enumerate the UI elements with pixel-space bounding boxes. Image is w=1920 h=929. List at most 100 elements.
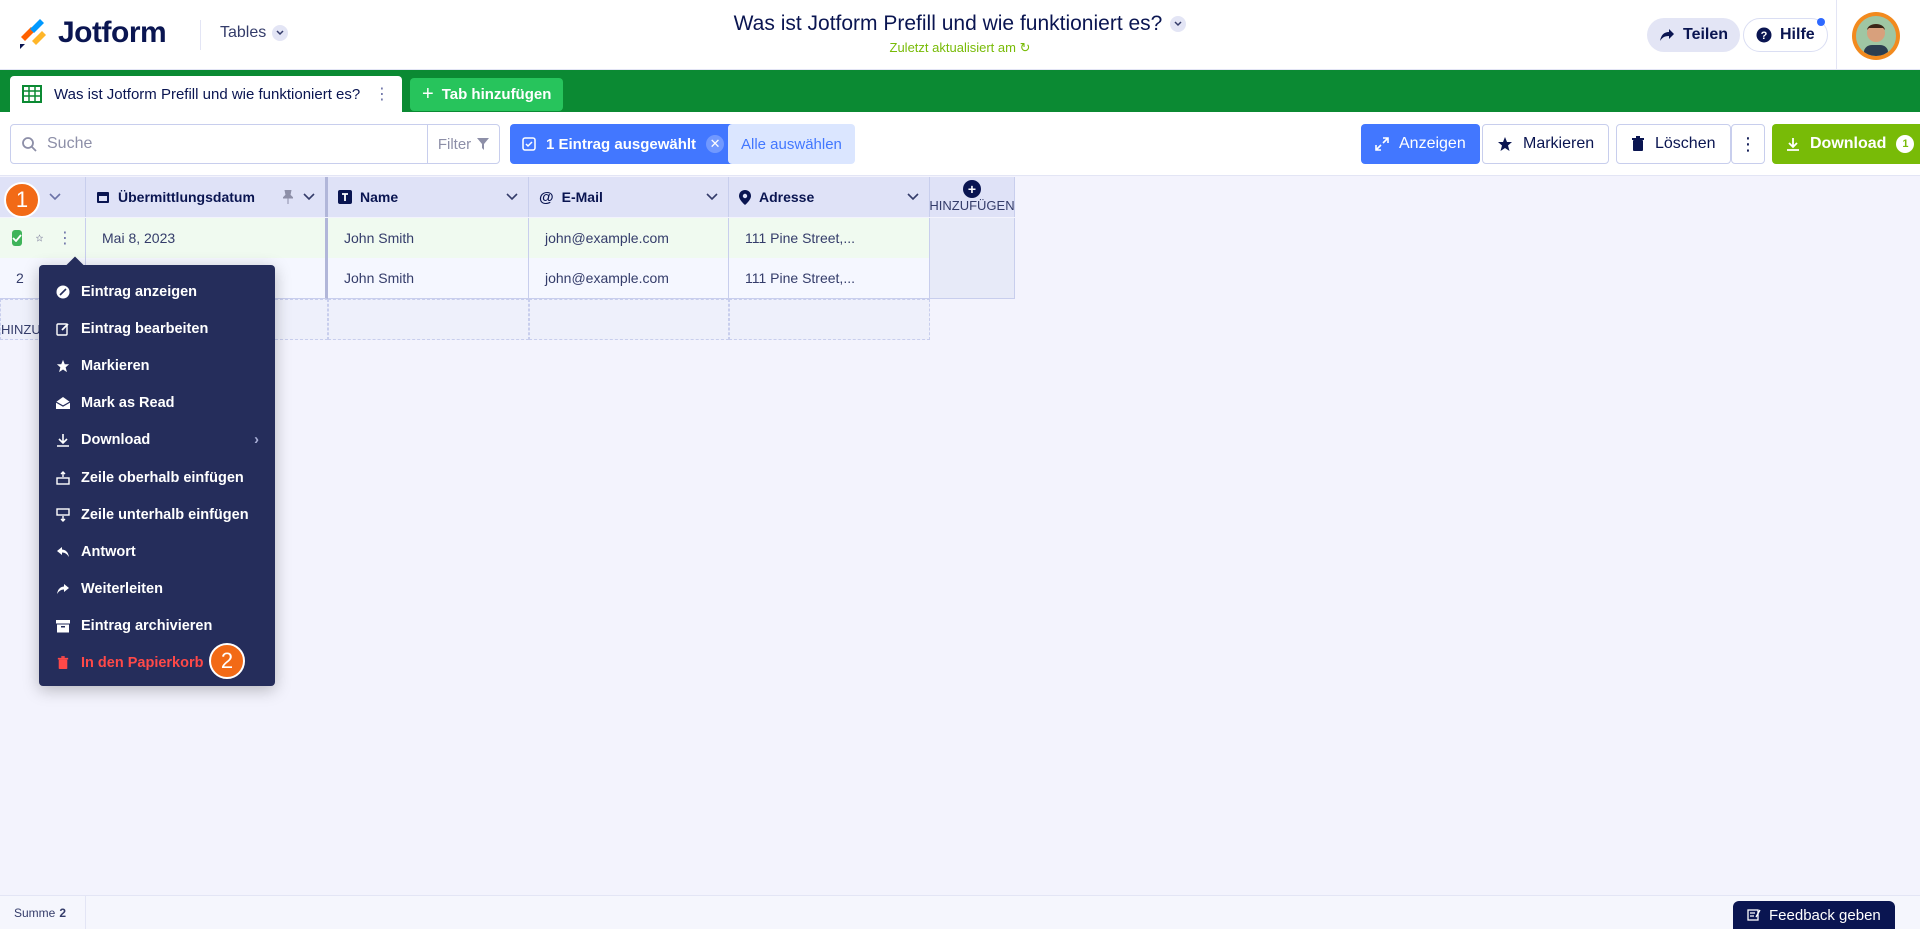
download-button[interactable]: Download 1	[1772, 124, 1920, 164]
chevron-down-icon[interactable]	[303, 193, 315, 201]
download-count-badge: 1	[1896, 135, 1915, 153]
chevron-down-icon[interactable]	[907, 193, 919, 201]
tab-label: Was ist Jotform Prefill und wie funktion…	[54, 85, 361, 103]
top-header: Jotform Tables Was ist Jotform Prefill u…	[0, 0, 1920, 70]
sheet-tab-bar: Was ist Jotform Prefill und wie funktion…	[0, 70, 1920, 112]
menu-item-label: Weiterleiten	[81, 581, 163, 598]
trash-icon	[55, 656, 71, 670]
column-header-email[interactable]: @ E-Mail	[529, 177, 729, 217]
trash-icon	[1632, 136, 1644, 151]
page-title-text: Was ist Jotform Prefill und wie funktion…	[733, 12, 1163, 35]
avatar-photo	[1856, 16, 1896, 56]
view-entry-button[interactable]: Anzeigen	[1361, 124, 1480, 164]
header-divider-right	[1836, 0, 1837, 70]
share-button[interactable]: Teilen	[1647, 18, 1741, 52]
menu-item-mark[interactable]: Markieren	[39, 347, 275, 384]
table-grid-icon	[22, 85, 42, 103]
refresh-icon: ↻	[1019, 40, 1031, 55]
checkbox-icon	[522, 137, 536, 151]
clear-selection-icon[interactable]: ✕	[706, 135, 725, 153]
menu-item-insert-below[interactable]: Zeile unterhalb einfügen	[39, 496, 275, 533]
menu-item-reply[interactable]: Antwort	[39, 533, 275, 570]
insert-above-icon	[55, 470, 71, 485]
search-box: Filter	[10, 124, 500, 164]
download-icon	[55, 433, 71, 448]
edit-icon	[55, 322, 71, 336]
more-actions-button[interactable]: ⋮	[1731, 124, 1765, 164]
cell-address[interactable]: 111 Pine Street,...	[729, 218, 930, 259]
cell-date[interactable]: Mai 8, 2023	[86, 218, 328, 259]
search-input[interactable]	[47, 135, 427, 153]
share-label: Teilen	[1683, 26, 1729, 43]
step-marker-1: 1	[4, 182, 40, 218]
filter-button[interactable]: Filter	[427, 125, 499, 163]
row-controls: ⋮	[0, 218, 86, 259]
tab-active-sheet[interactable]: Was ist Jotform Prefill und wie funktion…	[10, 76, 402, 112]
row-context-menu: Eintrag anzeigen Eintrag bearbeiten Mark…	[39, 256, 275, 686]
menu-item-label: Markieren	[81, 357, 150, 374]
notification-dot	[1816, 18, 1825, 26]
more-vertical-icon: ⋮	[1739, 133, 1757, 154]
page-title[interactable]: Was ist Jotform Prefill und wie funktion…	[734, 12, 1187, 36]
mark-button[interactable]: Markieren	[1482, 124, 1610, 164]
star-icon	[1498, 137, 1512, 151]
chevron-down-icon[interactable]	[506, 193, 518, 201]
menu-item-archive[interactable]: Eintrag archivieren	[39, 608, 275, 645]
cell-address[interactable]: 111 Pine Street,...	[729, 258, 930, 299]
pin-icon[interactable]	[283, 190, 293, 204]
forward-icon	[55, 582, 71, 596]
menu-item-forward[interactable]: Weiterleiten	[39, 571, 275, 608]
column-header-address[interactable]: Adresse	[729, 177, 930, 217]
envelope-open-icon	[55, 396, 71, 410]
column-label: Adresse	[759, 189, 815, 205]
delete-label: Löschen	[1655, 135, 1716, 152]
cell-name[interactable]: John Smith	[328, 258, 529, 299]
column-label: Name	[360, 189, 399, 205]
star-outline-icon[interactable]	[36, 230, 43, 246]
empty-cell	[729, 299, 930, 340]
menu-item-mark-read[interactable]: Mark as Read	[39, 385, 275, 422]
expand-icon	[1375, 137, 1389, 151]
calendar-icon	[97, 192, 109, 203]
column-header-name[interactable]: Name	[328, 177, 529, 217]
insert-below-icon	[55, 508, 71, 522]
select-all-button[interactable]: Alle auswählen	[728, 124, 855, 164]
chevron-down-icon[interactable]	[706, 193, 718, 201]
add-column-button[interactable]: + HINZUFÜGEN	[929, 177, 1015, 217]
user-avatar[interactable]	[1852, 12, 1900, 60]
mark-label: Markieren	[1523, 135, 1595, 152]
tab-more-icon[interactable]: ⋮	[374, 84, 390, 104]
cell-email[interactable]: john@example.com	[529, 218, 729, 259]
eye-icon	[55, 285, 71, 299]
menu-item-edit-entry[interactable]: Eintrag bearbeiten	[39, 310, 275, 347]
menu-item-view-entry[interactable]: Eintrag anzeigen	[39, 273, 275, 310]
menu-item-insert-above[interactable]: Zeile oberhalb einfügen	[39, 459, 275, 496]
at-icon: @	[539, 188, 554, 206]
cell-empty	[930, 258, 1015, 299]
view-entry-label: Anzeigen	[1399, 135, 1466, 152]
delete-button[interactable]: Löschen	[1616, 124, 1731, 164]
selection-label: 1 Eintrag ausgewählt	[546, 135, 697, 153]
feedback-button[interactable]: Feedback geben	[1733, 901, 1895, 929]
help-button[interactable]: ? Hilfe	[1743, 18, 1828, 52]
last-updated-text: Zuletzt aktualisiert am	[889, 40, 1016, 55]
add-tab-button[interactable]: + Tab hinzufügen	[410, 78, 564, 111]
svg-text:?: ?	[1761, 30, 1768, 42]
column-header-date[interactable]: Übermittlungsdatum	[86, 177, 328, 217]
column-label: Übermittlungsdatum	[118, 189, 255, 205]
menu-item-download[interactable]: Download ›	[39, 422, 275, 459]
cell-empty	[930, 218, 1015, 259]
selection-chip[interactable]: 1 Eintrag ausgewählt ✕	[510, 124, 737, 164]
reply-icon	[55, 545, 71, 559]
cell-email[interactable]: john@example.com	[529, 258, 729, 299]
row-menu-icon[interactable]: ⋮	[57, 228, 73, 248]
menu-item-label: Eintrag bearbeiten	[81, 320, 209, 337]
row-checkbox[interactable]	[12, 230, 22, 246]
last-updated-status: Zuletzt aktualisiert am ↻	[0, 40, 1920, 56]
cell-name[interactable]: John Smith	[328, 218, 529, 259]
feedback-label: Feedback geben	[1769, 906, 1881, 924]
star-icon	[55, 359, 71, 373]
empty-cell	[328, 299, 529, 340]
feedback-icon	[1747, 909, 1761, 921]
row-count-summary: Summe 2	[0, 896, 86, 929]
